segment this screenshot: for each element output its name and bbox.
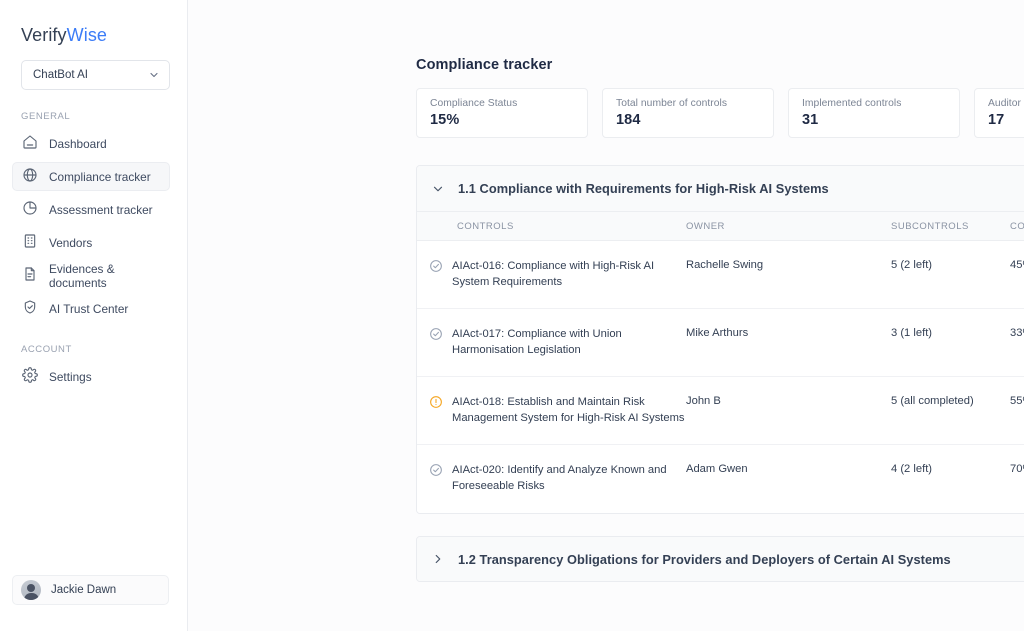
sidebar-item-label: Dashboard (49, 136, 107, 151)
cell-subcontrols: 5 (all completed) (891, 395, 974, 407)
accordion-header-2[interactable]: 1.2 Transparency Obligations for Provide… (417, 537, 1024, 581)
cell-completion: 55% (1010, 395, 1024, 407)
sidebar-item-ai-trust-center[interactable]: AI Trust Center (12, 294, 170, 323)
control-name: AIAct-020: Identify and Analyze Known an… (452, 464, 667, 492)
app-root: VerifyWise ChatBot AI GENERAL Dashboard … (0, 0, 1024, 631)
globe-icon (22, 167, 38, 186)
project-selector[interactable]: ChatBot AI (21, 60, 170, 90)
cell-owner: Mike Arthurs (686, 327, 749, 339)
stat-label: Auditor completed (988, 98, 1024, 109)
logo-text-accent: Wise (66, 25, 108, 45)
user-name: Jackie Dawn (51, 584, 117, 596)
home-icon (22, 134, 38, 153)
page-title: Compliance tracker (416, 57, 553, 73)
control-name: AIAct-016: Compliance with High-Risk AI … (452, 260, 655, 288)
cell-subcontrols: 4 (2 left) (891, 463, 933, 475)
user-profile-button[interactable]: Jackie Dawn (12, 575, 169, 605)
stats-row: Compliance Status 15% Total number of co… (416, 88, 1024, 138)
document-icon (22, 266, 38, 285)
main-content: Compliance tracker Compliance Status 15%… (188, 0, 1024, 631)
shield-check-icon (22, 299, 38, 318)
chevron-right-icon (431, 552, 445, 566)
column-header-owner: OWNER (686, 220, 725, 232)
alert-circle-icon (429, 395, 443, 426)
stat-value: 15% (430, 112, 460, 128)
sidebar-item-label: Settings (49, 369, 92, 384)
sidebar-section-account: ACCOUNT (21, 344, 72, 355)
sidebar-item-dashboard[interactable]: Dashboard (12, 129, 170, 158)
cell-control: AIAct-017: Compliance with Union Harmoni… (417, 327, 686, 358)
accordion-section-2: 1.2 Transparency Obligations for Provide… (416, 536, 1024, 582)
sidebar-item-label: Assessment tracker (49, 202, 153, 217)
check-circle-icon (429, 463, 443, 494)
stat-label: Total number of controls (616, 98, 728, 109)
sidebar-item-settings[interactable]: Settings (12, 362, 170, 391)
column-header-subcontrols: SUBCONTROLS (891, 220, 969, 232)
table-row[interactable]: AIAct-018: Establish and Maintain Risk M… (417, 377, 1024, 445)
cell-control: AIAct-018: Establish and Maintain Risk M… (417, 395, 686, 426)
gear-icon (22, 367, 38, 386)
sidebar-item-assessment-tracker[interactable]: Assessment tracker (12, 195, 170, 224)
stat-value: 31 (802, 112, 819, 128)
cell-owner: Adam Gwen (686, 463, 748, 475)
stat-card-implemented-controls: Implemented controls 31 (788, 88, 960, 138)
column-header-controls: CONTROLS (457, 220, 514, 232)
table-row[interactable]: AIAct-017: Compliance with Union Harmoni… (417, 309, 1024, 377)
logo-text-primary: Verify (21, 25, 67, 45)
chevron-down-icon (431, 182, 445, 196)
cell-owner: John B (686, 395, 721, 407)
stat-label: Implemented controls (802, 98, 902, 109)
cell-subcontrols: 3 (1 left) (891, 327, 933, 339)
sidebar-item-compliance-tracker[interactable]: Compliance tracker (12, 162, 170, 191)
sidebar-item-label: Evidences & documents (49, 261, 115, 290)
cell-completion: 70% (1010, 463, 1024, 475)
avatar (21, 580, 41, 600)
sidebar: VerifyWise ChatBot AI GENERAL Dashboard … (0, 0, 188, 631)
stat-card-total-controls: Total number of controls 184 (602, 88, 774, 138)
stat-value: 184 (616, 112, 641, 128)
control-name: AIAct-017: Compliance with Union Harmoni… (452, 328, 622, 356)
cell-completion: 33% (1010, 327, 1024, 339)
check-circle-icon (429, 259, 443, 290)
cell-owner: Rachelle Swing (686, 259, 764, 271)
sidebar-section-general: GENERAL (21, 111, 71, 122)
sidebar-item-vendors[interactable]: Vendors (12, 228, 170, 257)
accordion-section-1: 1.1 Compliance with Requirements for Hig… (416, 165, 1024, 514)
app-logo: VerifyWise (21, 25, 187, 46)
stat-card-compliance-status: Compliance Status 15% (416, 88, 588, 138)
sidebar-item-label: Vendors (49, 235, 93, 250)
table-row[interactable]: AIAct-016: Compliance with High-Risk AI … (417, 241, 1024, 309)
stat-label: Compliance Status (430, 98, 518, 109)
project-selector-value: ChatBot AI (33, 69, 88, 81)
accordion-title: 1.1 Compliance with Requirements for Hig… (458, 181, 829, 196)
chevron-down-icon (148, 69, 160, 81)
cell-control: AIAct-016: Compliance with High-Risk AI … (417, 259, 686, 290)
cell-completion: 45% (1010, 259, 1024, 271)
pie-chart-icon (22, 200, 38, 219)
accordion-header-1[interactable]: 1.1 Compliance with Requirements for Hig… (417, 166, 1024, 211)
column-header-completion: COMPLETION (1010, 220, 1024, 232)
check-circle-icon (429, 327, 443, 358)
cell-subcontrols: 5 (2 left) (891, 259, 933, 271)
stat-card-auditor-completed: Auditor completed 17 (974, 88, 1024, 138)
control-name: AIAct-018: Establish and Maintain Risk M… (452, 396, 685, 424)
table-header-row: CONTROLS OWNER SUBCONTROLS COMPLETION (417, 211, 1024, 241)
sidebar-item-label: AI Trust Center (49, 301, 129, 316)
sidebar-item-label: Compliance tracker (49, 169, 151, 184)
table-row[interactable]: AIAct-020: Identify and Analyze Known an… (417, 445, 1024, 513)
building-icon (22, 233, 38, 252)
cell-control: AIAct-020: Identify and Analyze Known an… (417, 463, 686, 494)
sidebar-item-evidences-documents[interactable]: Evidences & documents (12, 261, 170, 290)
stat-value: 17 (988, 112, 1005, 128)
accordion-title: 1.2 Transparency Obligations for Provide… (458, 551, 951, 567)
